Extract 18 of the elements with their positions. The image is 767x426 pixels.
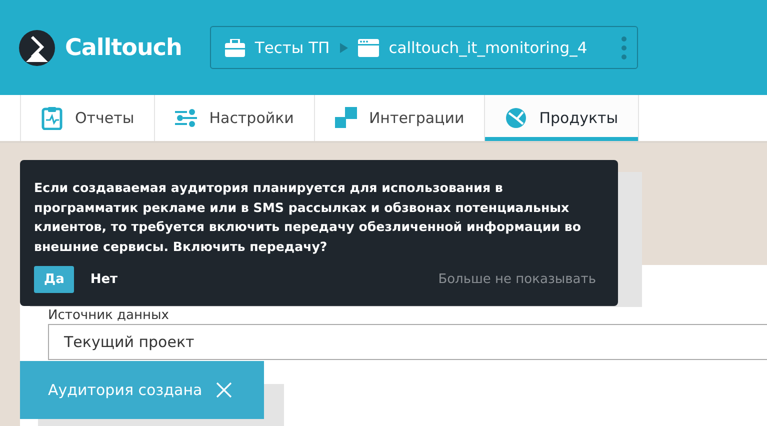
sliders-icon <box>175 109 198 127</box>
field-label: Источник данных <box>48 308 169 324</box>
no-button[interactable]: Нет <box>80 266 128 293</box>
close-icon[interactable] <box>216 382 232 398</box>
browser-window-icon <box>358 38 379 56</box>
squares-icon <box>334 107 357 129</box>
data-source-field[interactable]: Текущий проект <box>48 324 767 360</box>
popup-message: Если создаваемая аудитория планируется для использования в программатик рекламе или в SMS рассылках и обзвонах потенциальных клиентов, то требуется включить передачу обезличенной информации во внешние сервисы. Включить передачу? <box>34 179 582 256</box>
toast-message: Аудитория создана <box>48 381 202 399</box>
pie-icon <box>505 107 528 129</box>
dismiss-link[interactable]: Больше не показывать <box>438 272 596 287</box>
more-icon[interactable] <box>620 36 627 60</box>
clipboard-icon <box>41 106 63 130</box>
brand-name: Calltouch <box>65 34 182 60</box>
chevron-icon <box>340 42 348 52</box>
nav-tab[interactable]: Продукты <box>484 95 640 141</box>
briefcase-icon <box>224 38 245 56</box>
logo-icon <box>18 28 56 66</box>
